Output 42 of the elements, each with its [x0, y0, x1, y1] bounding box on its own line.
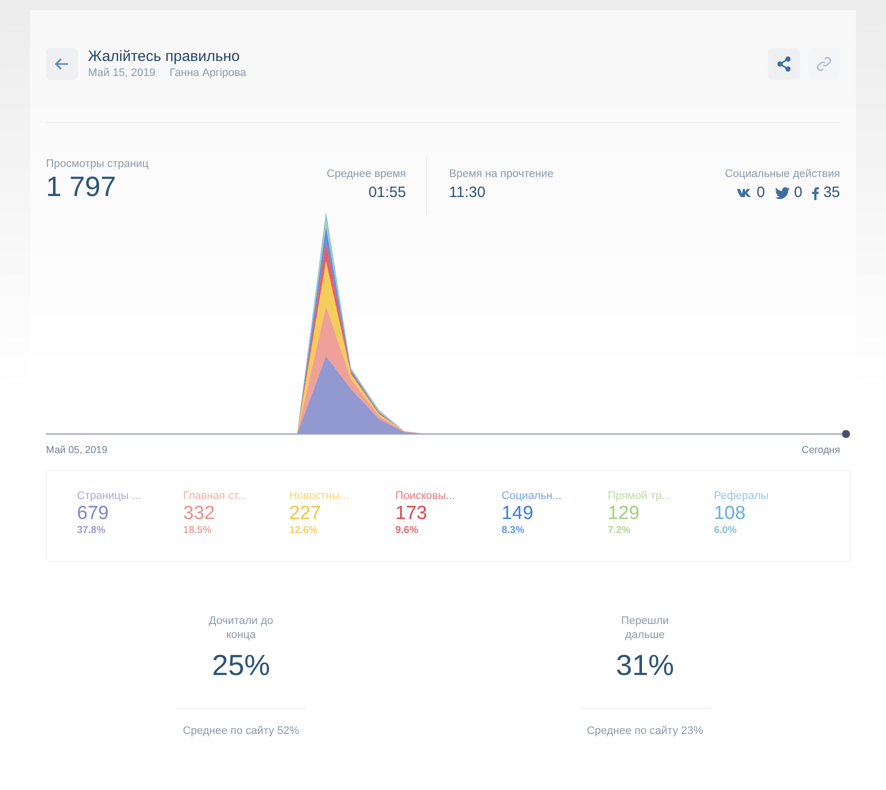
site-average: Среднее по сайту 23%	[586, 724, 704, 739]
article-title: Жалійтесь правильно	[88, 48, 241, 66]
article-author: Ганна Аргірова	[169, 66, 246, 80]
social-count: 0	[756, 182, 765, 203]
social-count: 35	[823, 182, 840, 203]
source-label: Поисковы...	[395, 489, 456, 503]
source-share: 18.5%	[183, 525, 212, 537]
source-label: Прямой тр...	[608, 489, 672, 503]
metric-value: 31%	[616, 649, 674, 684]
stat-label: Время на прочтение	[449, 167, 554, 181]
source-label: Страницы ...	[77, 489, 142, 503]
metric-label: Дочитали до конца	[208, 614, 274, 642]
metric-label: Перешли дальше	[620, 614, 670, 642]
source-share: 6.0%	[714, 525, 738, 537]
source-count: 679	[77, 503, 110, 525]
article-date: Май 15, 2019	[88, 66, 156, 80]
stat-label: Просмотры страниц	[46, 157, 150, 171]
source-share: 37.8%	[77, 525, 106, 537]
source-share: 12.6%	[289, 525, 319, 537]
source-count: 129	[608, 503, 640, 525]
metric-value: 25%	[212, 649, 270, 684]
page-views-value: 1 797	[46, 171, 118, 203]
source-count: 108	[714, 503, 747, 525]
axis-label: Сегодня	[802, 444, 840, 458]
source-label: Новостны...	[289, 489, 350, 503]
source-share: 7.2%	[608, 525, 632, 537]
social-count: 0	[794, 182, 802, 203]
source-count: 332	[183, 503, 216, 525]
axis-label: Май 05, 2019	[46, 444, 108, 458]
reading-time-value: 11:30	[449, 183, 486, 203]
source-label: Социальн...	[502, 489, 563, 503]
source-count: 227	[289, 503, 322, 525]
stat-label: Социальные действия	[724, 167, 840, 181]
source-count: 149	[502, 503, 534, 525]
stat-label: Среднее время	[326, 167, 406, 181]
source-label: Главная ст...	[183, 489, 248, 503]
source-share: 8.3%	[502, 525, 526, 537]
average-time-value: 01:55	[367, 183, 406, 203]
source-count: 173	[395, 503, 428, 525]
source-label: Рефералы	[714, 489, 770, 503]
source-share: 9.6%	[395, 525, 420, 537]
site-average: Среднее по сайту 52%	[182, 724, 300, 739]
